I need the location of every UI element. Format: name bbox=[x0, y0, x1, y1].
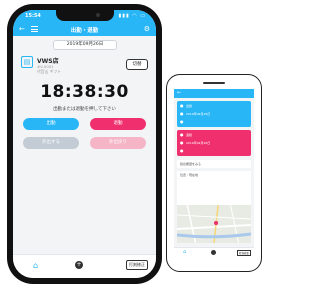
page-title: 出勤・退勤 bbox=[70, 28, 99, 34]
location-map[interactable] bbox=[177, 205, 251, 243]
info-icon: ● bbox=[180, 132, 184, 137]
return-button[interactable]: 外出戻り bbox=[90, 137, 146, 149]
current-time: 18:38:30 bbox=[40, 82, 129, 102]
clock-icon: ● bbox=[180, 140, 184, 145]
location-icon: ● bbox=[180, 148, 184, 153]
camera-icon bbox=[95, 13, 100, 17]
back-arrow-icon[interactable]: ← bbox=[177, 90, 181, 96]
sm-tab-bar: ⌂ 打刻修正 bbox=[174, 247, 254, 257]
status-time: 15:54 bbox=[25, 13, 41, 19]
home-icon[interactable]: ⌂ bbox=[33, 261, 38, 270]
phone-notch bbox=[55, 10, 114, 21]
clock-in-button[interactable]: 出勤 bbox=[23, 118, 79, 130]
clock-out-button[interactable]: 退勤 bbox=[90, 118, 146, 130]
record-date: 2019年09月26日 bbox=[186, 112, 211, 116]
tab-bar: ⌂ + 打刻修正 bbox=[13, 254, 156, 278]
speaker-grille bbox=[203, 82, 225, 84]
add-icon[interactable]: + bbox=[75, 261, 83, 269]
clock-out-record-card[interactable]: ● 退勤 ● 2019年09月26日 ● bbox=[177, 130, 251, 156]
shop-icon: ▤ bbox=[21, 56, 33, 68]
fix-punch-button[interactable]: 打刻修正 bbox=[126, 260, 148, 270]
record-label: 出勤 bbox=[186, 104, 193, 108]
clock-icon: ● bbox=[180, 111, 184, 116]
clock-in-record-card[interactable]: ● 出勤 ● 2019年09月26日 ● bbox=[177, 101, 251, 127]
date-selector[interactable]: 2019年09月26日 bbox=[53, 40, 117, 50]
nav-bar: ← 出勤・退勤 ⚙ bbox=[13, 23, 156, 36]
large-phone: 15:54 ▮▮▮ ◠ ▭ ← 出勤・退勤 ⚙ 2019年09月26日 ▤ VW… bbox=[7, 4, 162, 284]
record-date: 2019年09月26日 bbox=[186, 141, 211, 145]
map-card: 位置・現在地 bbox=[177, 171, 251, 243]
location-icon: ● bbox=[180, 119, 184, 124]
fix-punch-button[interactable]: 打刻修正 bbox=[237, 250, 251, 256]
small-phone: ← ● 出勤 ● 2019年09月26日 ● ● 退勤 ● 2019年09月26… bbox=[166, 74, 262, 272]
shop-location: 代官山 ギフト bbox=[37, 69, 61, 74]
history-link[interactable]: 勤怠履歴をみる bbox=[177, 160, 251, 168]
info-icon: ● bbox=[180, 103, 184, 108]
map-graphic bbox=[177, 205, 251, 243]
large-phone-screen: 15:54 ▮▮▮ ◠ ▭ ← 出勤・退勤 ⚙ 2019年09月26日 ▤ VW… bbox=[13, 10, 156, 278]
add-icon[interactable] bbox=[211, 250, 216, 255]
map-label: 位置・現在地 bbox=[180, 173, 199, 177]
settings-icon[interactable]: ⚙ bbox=[144, 25, 150, 33]
app-showcase: 15:54 ▮▮▮ ◠ ▭ ← 出勤・退勤 ⚙ 2019年09月26日 ▤ VW… bbox=[0, 0, 268, 286]
sm-nav-bar: ← bbox=[174, 89, 254, 98]
small-phone-screen: ← ● 出勤 ● 2019年09月26日 ● ● 退勤 ● 2019年09月26… bbox=[174, 89, 254, 257]
go-out-button[interactable]: 外出する bbox=[23, 137, 79, 149]
status-icons: ▮▮▮ ◠ ▭ bbox=[118, 13, 146, 19]
home-icon[interactable]: ⌂ bbox=[183, 249, 186, 255]
switch-shop-button[interactable]: 切替 bbox=[126, 59, 148, 70]
instruction-text: 出勤または退勤を押して下さい bbox=[53, 107, 116, 112]
record-label: 退勤 bbox=[186, 133, 193, 137]
